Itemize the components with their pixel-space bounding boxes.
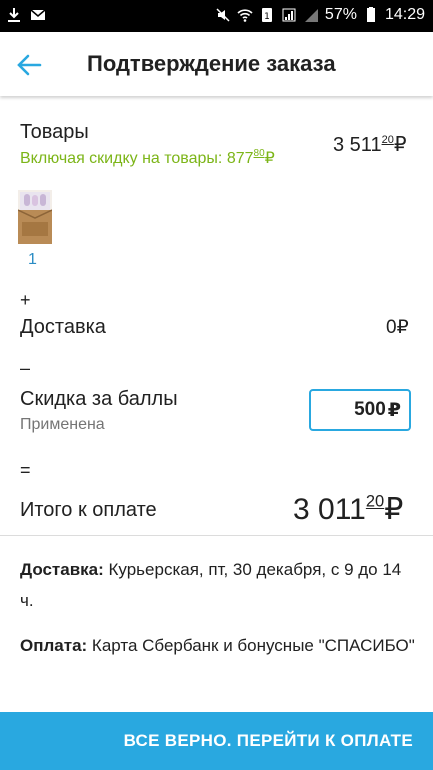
delivery-amount: 0₽ [386,316,409,339]
delivery-info: Доставка: Курьерская, пт, 30 декабря, с … [20,554,416,616]
goods-discount-kopecks: 80 [253,148,265,159]
back-arrow-icon[interactable] [14,50,44,80]
wifi-icon [237,9,253,22]
goods-amount-currency: ₽ [393,134,407,156]
points-label: Скидка за баллы [20,388,178,410]
goods-discount-text: Включая скидку на товары: 877 [20,150,254,167]
points-value: 500 [354,399,386,420]
status-bar-left [6,7,46,23]
payment-info-title: Оплата: [20,636,88,655]
total-amount: 3 01120₽ [293,492,403,527]
delivery-label: Доставка [20,316,106,338]
divider [0,535,433,536]
product-thumbnail[interactable] [18,190,52,244]
goods-discount: Включая скидку на товары: 87780₽ [20,148,275,168]
svg-text:1: 1 [264,12,270,22]
equals-sign: = [20,460,31,480]
goods-label: Товары [20,121,89,143]
signal-icon [282,8,296,22]
goods-amount-rub: 3 511 [333,134,382,156]
mute-icon [216,8,230,22]
mail-icon [30,9,46,20]
goods-amount: 3 51120₽ [333,132,407,157]
points-status: Применена [20,416,105,433]
battery-icon [366,7,375,22]
delivery-info-title: Доставка: [20,560,104,579]
total-label: Итого к оплате [20,499,157,521]
total-amount-kop: 20 [365,492,385,511]
goods-amount-kop: 20 [381,133,394,146]
status-bar-right: 1 57% 14:29 [215,6,425,24]
status-bar: 1 57% 14:29 [0,0,433,32]
plus-sign: + [20,290,31,310]
points-input[interactable]: 500 ₽ [309,389,411,431]
total-amount-currency: ₽ [384,493,404,526]
total-amount-rub: 3 011 [293,493,366,526]
app-bar: Подтверждение заказа [0,32,433,96]
download-icon [8,8,20,22]
proceed-to-payment-button[interactable]: ВСЕ ВЕРНО. ПЕРЕЙТИ К ОПЛАТЕ [0,712,433,770]
points-currency: ₽ [387,399,401,421]
payment-info: Оплата: Карта Сбербанк и бонусные "СПАСИ… [20,630,416,661]
clock: 14:29 [384,6,425,23]
page-title: Подтверждение заказа [87,51,336,76]
minus-sign: – [20,358,31,378]
signal-2-icon [304,9,318,22]
payment-info-text: Карта Сбербанк и бонусные "СПАСИБО" [87,636,415,655]
delivery-amount-value: 0 [386,317,397,338]
battery-percent: 57% [324,6,357,23]
delivery-amount-currency: ₽ [396,317,409,338]
goods-discount-currency: ₽ [264,150,275,167]
product-quantity: 1 [28,251,37,268]
sim-1-icon: 1 [261,8,272,22]
